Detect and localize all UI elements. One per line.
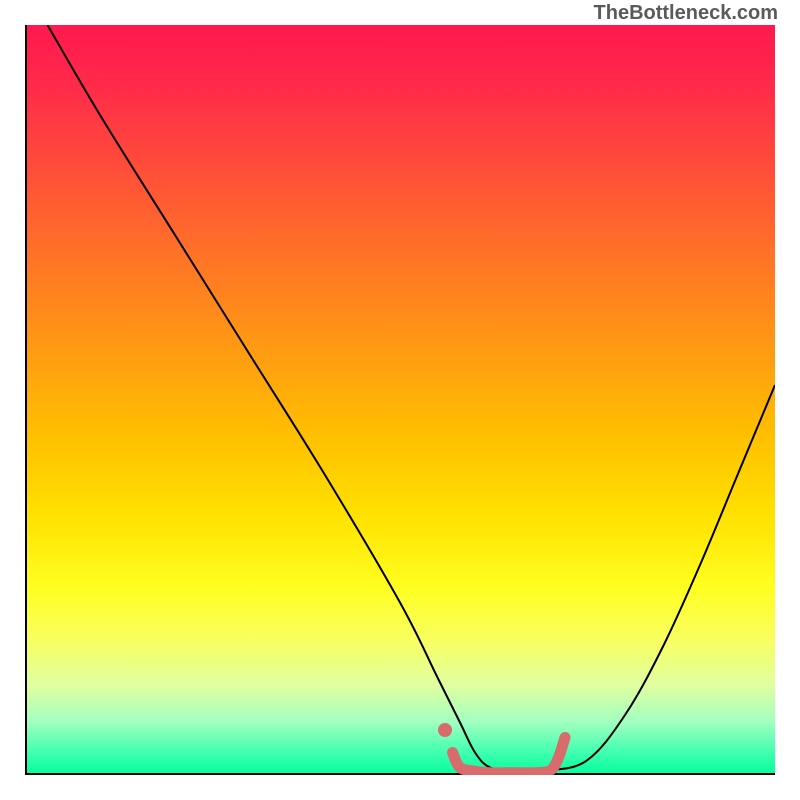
plot-gradient-background — [25, 25, 775, 775]
chart-container: TheBottleneck.com — [0, 0, 800, 800]
y-axis — [25, 25, 27, 775]
watermark-text: TheBottleneck.com — [594, 2, 778, 25]
x-axis — [25, 773, 775, 775]
